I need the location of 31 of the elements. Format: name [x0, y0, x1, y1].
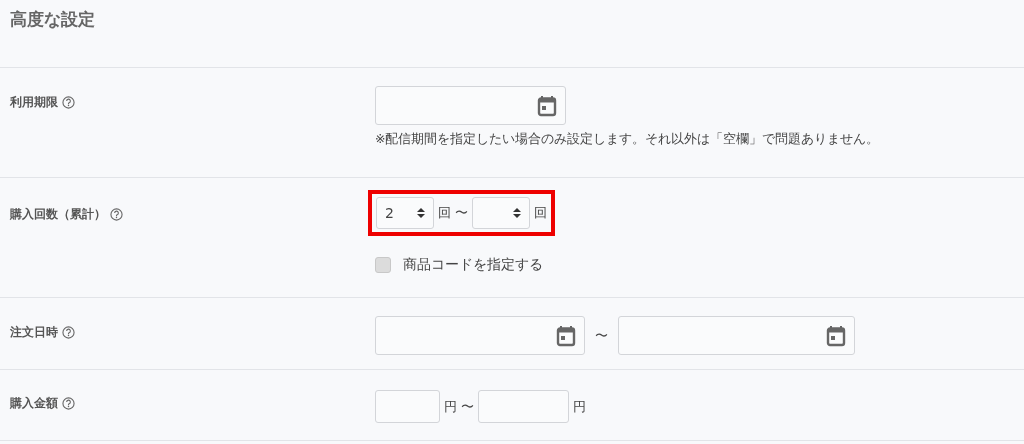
- field-label: 購入金額: [10, 395, 58, 411]
- help-icon[interactable]: [62, 397, 75, 410]
- field-label: 利用期限: [10, 94, 58, 110]
- section-title: 高度な設定: [0, 0, 1024, 68]
- field-label: 購入回数（累計）: [10, 206, 106, 222]
- number-field[interactable]: [472, 197, 530, 229]
- range-separator: 〜: [595, 326, 608, 345]
- date-field[interactable]: [618, 316, 855, 355]
- amount-field[interactable]: [478, 390, 569, 423]
- calendar-icon[interactable]: [556, 324, 576, 347]
- range-separator: 〜: [461, 397, 474, 416]
- help-icon[interactable]: [62, 96, 75, 109]
- range-separator: 〜: [455, 204, 468, 222]
- field-label: 注文日時: [10, 324, 58, 340]
- amount-field[interactable]: [375, 390, 440, 423]
- unit-label: 回: [438, 204, 451, 222]
- date-field[interactable]: [375, 316, 585, 355]
- calendar-icon[interactable]: [537, 94, 557, 117]
- calendar-icon[interactable]: [826, 324, 846, 347]
- note-text: ※配信期間を指定したい場合のみ設定します。それ以外は「空欄」で問題ありません。: [375, 131, 880, 148]
- unit-label: 回: [534, 204, 547, 222]
- unit-label: 円: [444, 397, 457, 416]
- number-field[interactable]: 2: [376, 197, 434, 229]
- help-icon[interactable]: [110, 208, 123, 221]
- date-field[interactable]: [375, 86, 566, 125]
- unit-label: 円: [573, 397, 586, 416]
- spinner-icon[interactable]: [513, 207, 521, 219]
- help-icon[interactable]: [62, 326, 75, 339]
- spinner-icon[interactable]: [417, 207, 425, 219]
- checkbox[interactable]: [375, 257, 391, 273]
- checkbox-label[interactable]: 商品コードを指定する: [403, 256, 543, 274]
